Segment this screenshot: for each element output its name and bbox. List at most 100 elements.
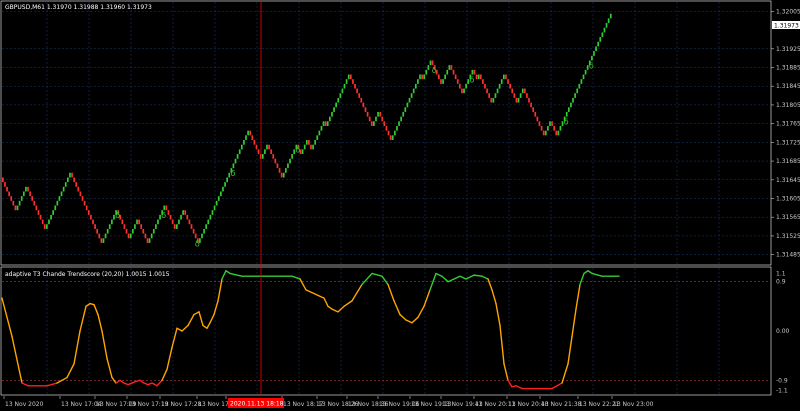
up-brick	[282, 172, 285, 178]
down-brick	[532, 107, 535, 112]
up-brick	[400, 116, 402, 122]
up-brick	[108, 224, 111, 229]
down-brick	[473, 69, 476, 75]
down-brick	[381, 116, 384, 122]
down-brick	[513, 93, 516, 98]
down-brick	[280, 172, 283, 178]
price-tick-label: 1.31725	[776, 139, 800, 146]
down-brick	[484, 83, 486, 89]
down-brick	[171, 219, 174, 225]
down-brick	[100, 238, 103, 243]
up-brick	[599, 37, 602, 42]
down-brick	[73, 177, 75, 183]
up-brick	[178, 219, 180, 225]
up-brick	[54, 205, 57, 211]
up-brick	[207, 219, 210, 225]
up-brick	[25, 186, 27, 192]
up-brick	[584, 69, 587, 75]
up-brick	[291, 154, 293, 159]
up-brick	[446, 69, 449, 75]
up-brick	[243, 140, 245, 145]
up-brick	[517, 97, 520, 103]
up-brick	[157, 219, 159, 225]
down-brick	[79, 191, 82, 197]
up-brick	[396, 125, 398, 131]
up-brick	[339, 93, 342, 98]
up-brick	[391, 135, 394, 141]
up-brick	[148, 238, 151, 243]
up-brick	[425, 69, 428, 75]
down-brick	[389, 135, 392, 141]
up-brick	[603, 27, 606, 33]
up-brick	[465, 83, 467, 89]
up-brick	[333, 107, 335, 112]
up-brick	[331, 111, 333, 117]
indicator-header: adaptive T3 Chande Trendscore (20,20) 1.…	[5, 271, 170, 278]
current-price-tag: 1.31973	[772, 21, 800, 30]
up-brick	[155, 224, 157, 229]
down-brick	[276, 163, 279, 169]
down-brick	[81, 196, 84, 201]
up-brick	[163, 205, 166, 211]
up-brick	[69, 172, 71, 178]
up-brick	[205, 224, 208, 229]
down-brick	[486, 88, 488, 94]
up-brick	[134, 224, 136, 229]
down-brick	[77, 186, 80, 192]
down-brick	[360, 97, 363, 103]
indicator-tick-label: -0.9	[776, 377, 788, 384]
down-brick	[270, 149, 273, 155]
down-brick	[167, 210, 170, 215]
signal-marker: δ	[195, 239, 200, 248]
up-brick	[519, 93, 522, 98]
down-brick	[194, 233, 197, 239]
down-brick	[431, 60, 434, 66]
down-brick	[534, 111, 537, 117]
down-brick	[352, 79, 354, 84]
down-brick	[523, 88, 526, 94]
down-brick	[85, 205, 88, 211]
up-brick	[62, 186, 65, 192]
up-brick	[106, 228, 109, 234]
up-brick	[22, 191, 25, 197]
up-brick	[375, 116, 377, 122]
up-brick	[312, 144, 314, 150]
down-brick	[27, 186, 29, 192]
up-brick	[544, 130, 547, 136]
down-brick	[454, 74, 457, 80]
down-brick	[536, 116, 539, 122]
down-brick	[29, 191, 31, 197]
down-brick	[555, 130, 558, 136]
down-brick	[96, 228, 99, 234]
down-brick	[515, 97, 518, 103]
up-brick	[20, 196, 23, 201]
up-brick	[58, 196, 61, 201]
down-brick	[366, 111, 369, 117]
down-brick	[458, 83, 461, 89]
chart-window[interactable]: δ δ δ δ δ δ δ δ δ GBPUSD,M61 1.31970 1.31988 1.3…	[0, 0, 800, 411]
up-brick	[102, 238, 105, 243]
up-brick	[597, 41, 600, 47]
down-brick	[14, 205, 17, 211]
signal-marker: δ	[589, 62, 594, 71]
time-tick-label: 13 Nov 21:38	[541, 401, 582, 408]
up-brick	[238, 149, 241, 155]
up-brick	[316, 135, 319, 141]
up-brick	[203, 228, 205, 234]
up-brick	[448, 65, 451, 70]
down-brick	[251, 135, 254, 141]
down-brick	[482, 79, 484, 84]
up-brick	[46, 224, 48, 229]
up-brick	[607, 18, 610, 24]
up-brick	[16, 205, 19, 211]
up-brick	[111, 219, 113, 225]
up-brick	[463, 88, 465, 94]
signal-marker: δ	[432, 66, 437, 75]
up-brick	[347, 74, 350, 80]
up-brick	[557, 130, 560, 136]
signal-marker: δ	[296, 146, 301, 155]
down-brick	[553, 125, 556, 131]
down-brick	[540, 125, 543, 131]
up-brick	[580, 79, 583, 84]
down-brick	[255, 144, 258, 150]
